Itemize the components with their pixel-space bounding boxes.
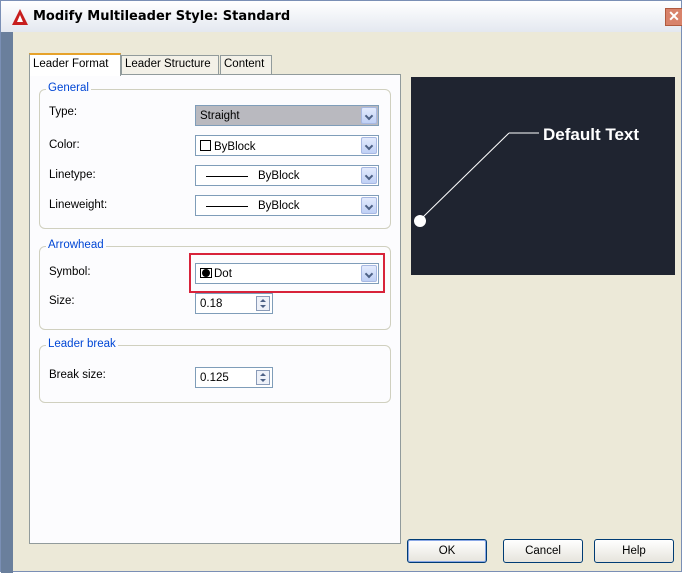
- size-spinner[interactable]: 0.18: [195, 293, 273, 314]
- chevron-down-icon[interactable]: [361, 137, 377, 154]
- lineweight-value: ByBlock: [258, 200, 300, 212]
- color-dropdown[interactable]: ByBlock: [195, 135, 379, 156]
- window-title: Modify Multileader Style: Standard: [33, 9, 291, 24]
- help-button[interactable]: Help: [594, 539, 674, 563]
- size-value: 0.18: [200, 298, 223, 310]
- tab-content[interactable]: Content: [220, 55, 272, 74]
- ok-button[interactable]: OK: [407, 539, 487, 563]
- type-value: Straight: [200, 110, 240, 122]
- type-dropdown[interactable]: Straight: [195, 105, 379, 126]
- close-button[interactable]: ✕: [665, 8, 682, 26]
- lineweight-dropdown[interactable]: ByBlock: [195, 195, 379, 216]
- left-frame-edge: [1, 32, 13, 573]
- tab-leader-structure[interactable]: Leader Structure: [121, 55, 219, 74]
- break-size-spinner[interactable]: 0.125: [195, 367, 273, 388]
- color-swatch-icon: [200, 140, 211, 151]
- break-size-label: Break size:: [49, 369, 106, 381]
- type-label: Type:: [49, 106, 78, 118]
- line-sample-icon: [206, 206, 248, 207]
- chevron-down-icon[interactable]: [361, 197, 377, 214]
- spinner-arrows-icon[interactable]: [256, 370, 270, 385]
- linetype-value: ByBlock: [258, 170, 300, 182]
- chevron-down-icon[interactable]: [361, 107, 377, 124]
- chevron-down-icon[interactable]: [361, 167, 377, 184]
- line-sample-icon: [206, 176, 248, 177]
- color-value: ByBlock: [214, 141, 256, 153]
- title-bar[interactable]: Modify Multileader Style: Standard ✕: [1, 1, 682, 32]
- color-label: Color:: [49, 139, 80, 151]
- linetype-dropdown[interactable]: ByBlock: [195, 165, 379, 186]
- symbol-highlight-frame: [189, 253, 385, 293]
- linetype-label: Linetype:: [49, 169, 96, 181]
- leader-break-legend: Leader break: [46, 338, 118, 350]
- lineweight-label: Lineweight:: [49, 199, 108, 211]
- dialog-window: Modify Multileader Style: Standard ✕ Lea…: [0, 0, 682, 573]
- symbol-label: Symbol:: [49, 266, 91, 278]
- spinner-arrows-icon[interactable]: [256, 296, 270, 311]
- size-label: Size:: [49, 295, 75, 307]
- leader-preview-graphic: [414, 132, 539, 227]
- arrowhead-legend: Arrowhead: [46, 239, 106, 251]
- autocad-logo-icon: [12, 9, 28, 25]
- general-legend: General: [46, 82, 91, 94]
- cancel-button[interactable]: Cancel: [503, 539, 583, 563]
- break-size-value: 0.125: [200, 372, 229, 384]
- preview-pane: Default Text: [411, 77, 675, 275]
- tab-leader-format[interactable]: Leader Format: [29, 53, 121, 76]
- preview-default-text: Default Text: [543, 125, 640, 144]
